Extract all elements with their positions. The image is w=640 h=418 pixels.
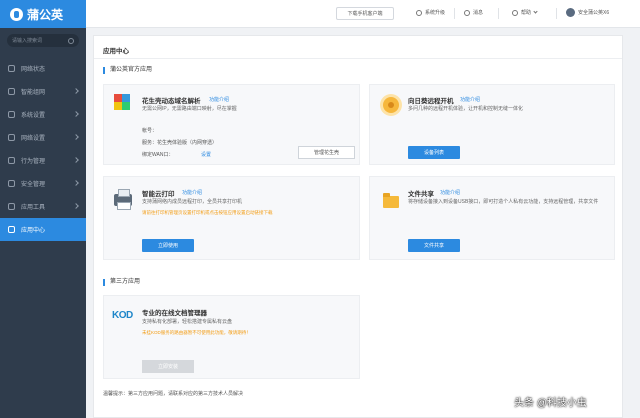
sidebar-item-label: 系统设置 [21, 113, 46, 119]
chevron-right-icon [73, 111, 79, 117]
system-settings-icon [8, 111, 15, 118]
kod-app-card: KOD 专业的在线文档管理器 支持私有化部署，轻松搭建专属私有云盘 未挂KOD服… [103, 295, 360, 379]
cloud-print-title: 智能云打印 [142, 191, 175, 198]
help-label: 帮助 [521, 10, 532, 16]
brand-logo[interactable]: 蒲公英 [0, 0, 86, 28]
brand-name: 蒲公英 [27, 7, 64, 22]
cloud-print-feature-link[interactable]: 功能介绍 [182, 189, 202, 196]
messages-label: 消息 [473, 10, 484, 16]
file-share-button[interactable]: 文件共享 [408, 239, 460, 252]
ddns-title: 花生壳动态域名解析 [142, 98, 201, 105]
chevron-right-icon [73, 157, 79, 163]
chevron-right-icon [73, 134, 79, 140]
ddns-feature-link[interactable]: 功能介绍 [209, 96, 229, 103]
third-party-apps-heading: 第三方应用 [103, 279, 140, 286]
ddns-app-card: 花生壳动态域名解析 功能介绍 无需公网IP，无需路由端口映射，尽在掌握 帐号： … [103, 84, 360, 165]
upgrade-icon [416, 9, 422, 16]
divider [556, 8, 557, 19]
official-apps-heading: 蒲公英官方应用 [103, 67, 152, 74]
search-icon[interactable] [68, 37, 74, 44]
kod-warning: 未挂KOD服务的路由器暂不可使用此功能，敬请期待！ [142, 330, 251, 335]
file-share-title: 文件共享 [408, 191, 434, 198]
behavior-management-icon [8, 157, 15, 164]
chevron-right-icon [73, 180, 79, 186]
sidebar-item-app-center[interactable]: 应用中心 [0, 218, 86, 241]
chevron-down-icon [533, 9, 538, 14]
sidebar-item-behavior-management[interactable]: 行为管理 [0, 149, 86, 172]
sidebar-item-smart-networking[interactable]: 智能组网 [0, 80, 86, 103]
file-share-description: 将存储设备接入到设备USB接口，即可打造个人私有云功能，支持远程管理，共享文件 [408, 199, 599, 205]
device-menu[interactable]: 安全蒲公英X6 [566, 8, 609, 17]
sidebar-item-system-settings[interactable]: 系统设置 [0, 103, 86, 126]
sidebar-item-label: 安全管理 [21, 182, 46, 188]
chevron-right-icon [73, 88, 79, 94]
sidebar-item-label: 应用工具 [21, 205, 46, 211]
kod-title: 专业的在线文档管理器 [142, 310, 207, 317]
watermark: 头条 @科技小虫 [514, 398, 587, 409]
file-share-feature-link[interactable]: 功能介绍 [440, 189, 460, 196]
sidebar: 蒲公英 请输入搜索词 网络状态 智能组网 系统设置 网络设置 行为管理 安全管理… [0, 0, 86, 418]
app-tools-icon [8, 203, 15, 210]
ddns-wan-label: 绑定WAN口： [142, 152, 174, 158]
sidebar-search-placeholder: 请输入搜索词 [12, 38, 43, 44]
cloud-print-warning: 请前往打印机管理页设置打印机或点击按钮应用设置启动链接下载 [142, 210, 273, 215]
dandelion-logo-icon [10, 7, 23, 21]
top-bar: 下载手机客户端 系统升级 消息 帮助 安全蒲公英X6 [86, 0, 640, 28]
printer-icon [114, 189, 132, 210]
sidebar-item-label: 行为管理 [21, 159, 46, 165]
folder-icon [383, 193, 399, 208]
system-upgrade-link[interactable]: 系统升级 [416, 9, 445, 16]
sidebar-item-label: 应用中心 [21, 228, 46, 234]
sidebar-item-label: 网络设置 [21, 136, 46, 142]
sidebar-item-network-settings[interactable]: 网络设置 [0, 126, 86, 149]
help-icon [512, 9, 518, 16]
sidebar-item-network-status[interactable]: 网络状态 [0, 57, 86, 80]
cloud-print-app-card: 智能云打印 功能介绍 支持蒲网络内成员远程打印，全员共享打印机 请前往打印机管理… [103, 176, 360, 260]
use-now-button[interactable]: 立即使用 [142, 239, 194, 252]
manage-ddns-button[interactable]: 管理花生壳 [298, 146, 355, 159]
page-title: 应用中心 [103, 48, 129, 55]
sidebar-item-label: 智能组网 [21, 90, 46, 96]
app-center-panel: 应用中心 蒲公英官方应用 花生壳动态域名解析 功能介绍 无需公网IP，无需路由端… [93, 35, 623, 418]
kod-description: 支持私有化部署，轻松搭建专属私有云盘 [142, 319, 233, 325]
sunflower-feature-link[interactable]: 功能介绍 [460, 96, 480, 103]
sunflower-app-card: 向日葵远程开机 功能介绍 多问几种的远程开机体验，让开机和控制无缝一体化 设备列… [369, 84, 615, 165]
ddns-description: 无需公网IP，无需路由端口映射，尽在掌握 [142, 106, 237, 112]
network-settings-icon [8, 134, 15, 141]
download-client-button[interactable]: 下载手机客户端 [336, 7, 394, 20]
ddns-wan-setting-link[interactable]: 设置 [201, 151, 211, 158]
device-name: 安全蒲公英X6 [578, 10, 610, 16]
footer-tip: 温馨提示：第三方应用问题，请联系对应的第三方技术人员解决 [103, 391, 244, 397]
device-list-button[interactable]: 设备列表 [408, 146, 460, 159]
file-share-app-card: 文件共享 功能介绍 将存储设备接入到设备USB接口，即可打造个人私有云功能，支持… [369, 176, 615, 260]
divider [454, 8, 455, 19]
messages-link[interactable]: 消息 [464, 9, 483, 16]
security-management-icon [8, 180, 15, 187]
cloud-print-description: 支持蒲网络内成员远程打印，全员共享打印机 [142, 199, 243, 205]
device-avatar-icon [566, 8, 575, 17]
bell-icon [464, 9, 470, 16]
help-menu[interactable]: 帮助 [512, 9, 538, 16]
sidebar-search-input[interactable]: 请输入搜索词 [7, 34, 79, 47]
sunflower-description: 多问几种的远程开机体验，让开机和控制无缝一体化 [408, 106, 524, 112]
kod-logo: KOD [112, 310, 133, 321]
system-upgrade-label: 系统升级 [425, 10, 446, 16]
ddns-cube-icon [114, 94, 131, 111]
smart-networking-icon [8, 88, 15, 95]
title-divider [94, 58, 622, 59]
sidebar-item-label: 网络状态 [21, 67, 46, 73]
install-now-button[interactable]: 立即安装 [142, 360, 194, 373]
sidebar-item-app-tools[interactable]: 应用工具 [0, 195, 86, 218]
divider [498, 8, 499, 19]
chevron-right-icon [73, 203, 79, 209]
ddns-account-label: 帐号： [142, 128, 158, 134]
app-center-icon [8, 226, 15, 233]
ddns-service-label: 服务：花生壳体验版（内网穿透） [142, 140, 218, 146]
network-status-icon [8, 65, 15, 72]
sidebar-item-security-management[interactable]: 安全管理 [0, 172, 86, 195]
sunflower-title: 向日葵远程开机 [408, 98, 454, 105]
sunflower-icon [383, 97, 399, 113]
